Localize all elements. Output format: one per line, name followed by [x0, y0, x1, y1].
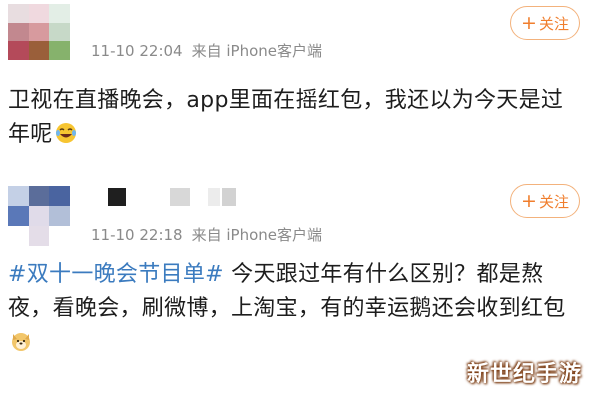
post-source: 来自 iPhone客户端	[191, 42, 322, 60]
laughing-crying-icon	[55, 123, 76, 143]
post-meta: 11-10 22:18 来自 iPhone客户端	[91, 224, 322, 245]
follow-label: 关注	[538, 192, 569, 211]
hashtag-link[interactable]: #双十一晚会节目单#	[8, 262, 224, 287]
post-text: #双十一晚会节目单# 今天跟过年有什么区别？都是熬夜，看晚会，刷微博，上淘宝，有…	[8, 258, 583, 360]
follow-button[interactable]: + 关注	[510, 6, 580, 40]
dog-face-icon	[12, 333, 30, 351]
username-blurred[interactable]	[100, 188, 240, 206]
follow-button[interactable]: + 关注	[510, 184, 580, 218]
plus-icon: +	[521, 189, 537, 212]
post-text: 卫视在直播晚会，app里面在摇红包，我还以为今天是过年呢	[8, 84, 583, 152]
plus-icon: +	[521, 11, 537, 34]
avatar[interactable]	[8, 4, 70, 60]
follow-label: 关注	[538, 14, 569, 33]
post-source: 来自 iPhone客户端	[191, 226, 322, 244]
post-body: 卫视在直播晚会，app里面在摇红包，我还以为今天是过年呢	[8, 88, 564, 147]
post-1: 11-10 22:04 来自 iPhone客户端 + 关注 卫视在直播晚会，app里…	[0, 0, 594, 170]
avatar[interactable]	[8, 186, 70, 246]
post-time: 11-10 22:04	[91, 42, 183, 60]
watermark: 新世纪手游	[466, 362, 582, 387]
post-time: 11-10 22:18	[91, 226, 183, 244]
post-meta: 11-10 22:04 来自 iPhone客户端	[91, 40, 322, 61]
